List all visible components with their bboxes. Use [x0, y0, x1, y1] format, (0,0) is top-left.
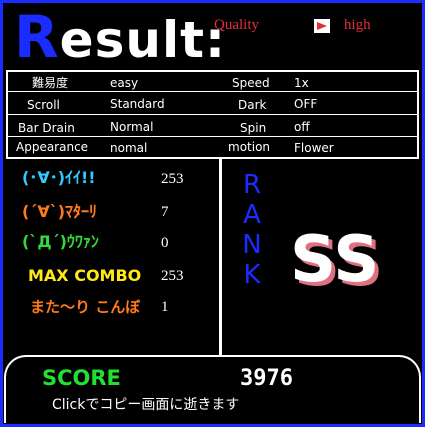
option-label-dark: Dark	[238, 98, 267, 112]
option-value-scroll: Standard	[110, 97, 165, 111]
max-combo-label: MAX COMBO	[28, 266, 142, 285]
rank-divider	[219, 157, 222, 355]
judge-count-good: 7	[161, 204, 169, 220]
title-first-letter: R	[14, 3, 60, 71]
judge-label-miss: (`Д´)ｳﾜｧﾝ	[22, 232, 99, 251]
title-rest: esult:	[59, 11, 226, 69]
result-title: Result:	[14, 8, 226, 66]
options-divider-1	[8, 91, 417, 92]
option-label-bar-drain: Bar Drain	[18, 121, 75, 135]
score-value: 3976	[240, 366, 293, 391]
rank-letter-r: R	[242, 170, 262, 200]
rank-letter-n: N	[242, 230, 262, 260]
result-screen[interactable]: Result: Quality high 難易度 easy Speed 1x S…	[0, 0, 425, 427]
max-combo-count: 253	[161, 268, 184, 284]
option-label-scroll: Scroll	[27, 98, 60, 112]
rank-value: SS	[290, 223, 380, 297]
option-label-difficulty: 難易度	[32, 76, 69, 90]
options-divider-3	[8, 136, 417, 137]
click-to-continue-message[interactable]: Clickでコピー画面に逝きます	[52, 398, 239, 412]
judge-count-great: 253	[161, 171, 184, 187]
option-label-spin: Spin	[240, 121, 267, 135]
judge-label-great: (･∀･)ｲｲ!!	[22, 168, 96, 187]
rank-letters: R A N K	[238, 172, 266, 292]
options-divider-2	[8, 114, 417, 115]
option-value-dark: OFF	[294, 97, 318, 111]
option-value-spin: off	[294, 120, 310, 134]
score-label: SCORE	[42, 366, 121, 390]
judge-label-good: (´∀`)ﾏﾀｰﾘ	[22, 202, 98, 221]
option-label-motion: motion	[228, 140, 271, 154]
option-label-appearance: Appearance	[16, 140, 89, 154]
rank-letter-a: A	[243, 200, 261, 230]
slow-combo-count: 1	[161, 299, 169, 315]
option-label-speed: Speed	[232, 76, 270, 90]
rank-letter-k: K	[243, 260, 261, 290]
option-value-speed: 1x	[294, 76, 309, 90]
judge-count-miss: 0	[161, 235, 169, 251]
option-value-bar-drain: Normal	[110, 120, 154, 134]
quality-indicator-icon	[314, 19, 330, 36]
option-value-difficulty: easy	[110, 76, 139, 90]
option-value-appearance: nomal	[110, 141, 148, 155]
option-value-motion: Flower	[294, 141, 334, 155]
quality-label: Quality	[214, 17, 259, 33]
slow-combo-label: また～り こんぼ	[30, 298, 141, 316]
quality-value[interactable]: high	[344, 18, 371, 33]
